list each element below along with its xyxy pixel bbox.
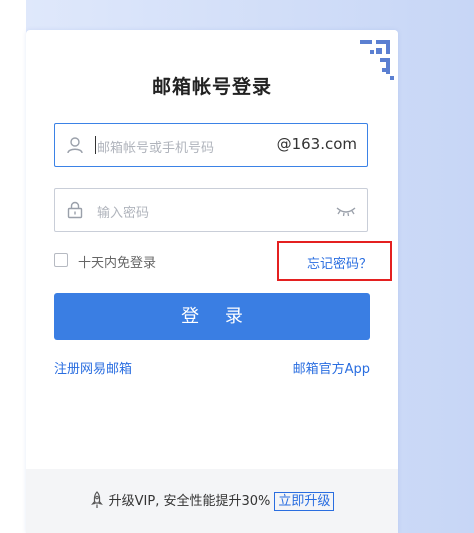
page-title: 邮箱帐号登录	[151, 76, 272, 98]
register-link[interactable]: 注册网易邮箱	[54, 358, 132, 377]
promo-text: 升级VIP, 安全性能提升30%	[108, 494, 271, 509]
account-field[interactable]: 邮箱帐号或手机号码 @163.com	[54, 123, 368, 167]
login-card: 邮箱帐号登录 邮箱帐号或手机号码 @163.com 输入密码 十天内免登录 忘记…	[26, 30, 398, 533]
footer-promo: 升级VIP, 安全性能提升30% 立即升级	[26, 469, 398, 533]
forgot-password-link[interactable]: 忘记密码？	[307, 253, 372, 272]
upgrade-button[interactable]: 立即升级	[274, 492, 335, 511]
password-field[interactable]: 输入密码	[54, 188, 368, 232]
password-placeholder: 输入密码	[97, 206, 150, 221]
highlight-box: 忘记密码？	[277, 241, 392, 281]
background-left	[0, 0, 26, 533]
remember-label[interactable]: 十天内免登录	[78, 252, 156, 271]
rocket-icon	[90, 491, 103, 508]
user-icon	[67, 137, 83, 154]
domain-suffix: @163.com	[276, 135, 357, 153]
login-button[interactable]: 登 录	[54, 293, 370, 340]
promo-line: 升级VIP, 安全性能提升30% 立即升级	[26, 490, 398, 511]
remember-checkbox[interactable]	[54, 253, 68, 267]
official-app-link[interactable]: 邮箱官方App	[293, 358, 370, 377]
lock-icon	[67, 201, 83, 219]
text-cursor	[95, 136, 96, 154]
account-placeholder: 邮箱帐号或手机号码	[97, 141, 215, 156]
eye-closed-icon[interactable]	[335, 205, 357, 217]
